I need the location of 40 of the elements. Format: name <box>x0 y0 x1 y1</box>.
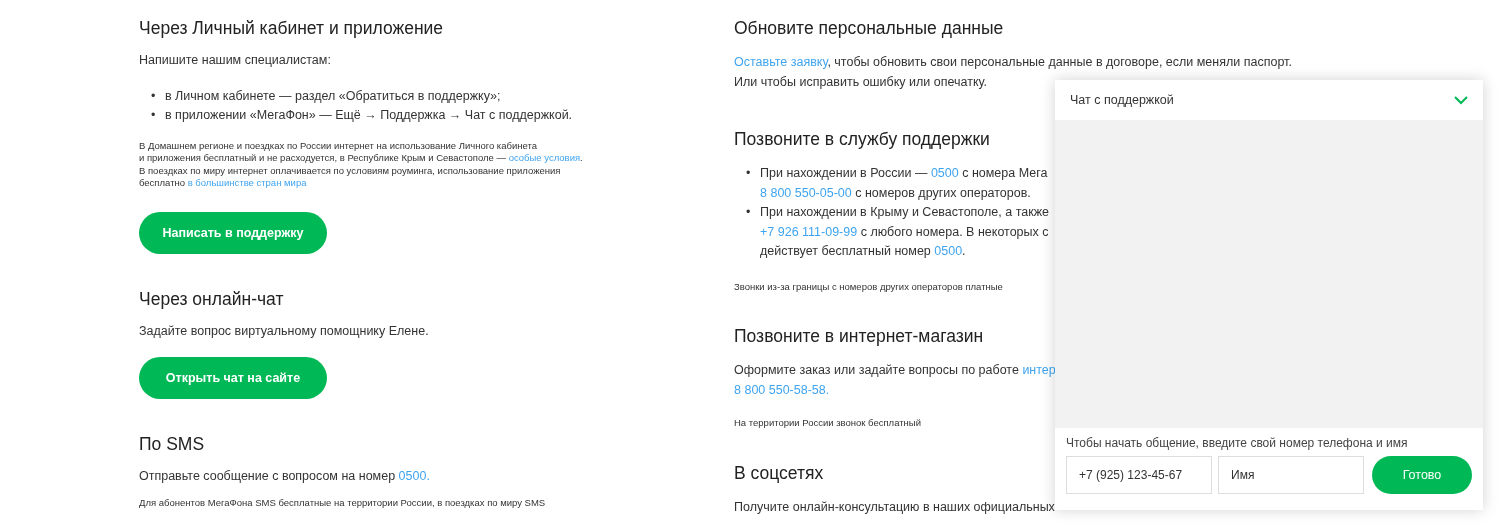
footnote-text: Для абонентов МегаФона SMS бесплатные на территории России, в поездках по миру SMS <box>139 496 546 509</box>
link[interactable]: в большинстве стран мира <box>187 177 307 188</box>
name-input-field[interactable]: Имя <box>1218 456 1364 494</box>
section-heading: Через Личный кабинет и приложение <box>139 17 444 39</box>
link[interactable]: 8 800 550-05-00 <box>760 185 852 200</box>
bullet-marker: • <box>151 107 157 124</box>
chat-title: Чат с поддержкой <box>1070 93 1174 107</box>
footnote-text: На территории России звонок бесплатный <box>734 416 921 430</box>
section-heading: Позвоните в службу поддержки <box>734 128 990 150</box>
chevron-down-icon[interactable] <box>1454 95 1468 105</box>
paragraph: Оформите заказ или задайте вопросы по работе интер 8 800 550-58-58. <box>734 362 1056 399</box>
list-item-text: При нахождении в России — 0500 с номера Мега 8 800 550-05-00 с номеров других операторов. <box>760 165 1048 202</box>
link[interactable]: интер <box>1022 363 1056 377</box>
bullet-marker: • <box>746 165 752 182</box>
paragraph: Получите онлайн-консультацию в наших официальных <box>734 498 1055 516</box>
action-button[interactable]: Открыть чат на сайте <box>139 357 327 399</box>
link[interactable]: 8 800 550-58-58. <box>734 382 830 397</box>
section-heading: По SMS <box>139 433 205 455</box>
section-heading: В соцсетях <box>734 461 824 484</box>
list-item-text: в Личном кабинете — раздел «Обратиться в поддержку»; <box>165 87 501 105</box>
footnote-text: Звонки из-за границы с номеров других операторов платные <box>734 279 1003 293</box>
paragraph: Задайте вопрос виртуальному помощнику Елене. <box>139 322 429 340</box>
section-heading: Через онлайн-чат <box>139 287 284 310</box>
footnote-text: В Домашнем регионе и поездках по России интернет на использование Личного кабинета и приложения бесплатный и не расходуется, в Республике Крым и Севастополе — особые условия. В поездках по миру интернет оплачивается по условиям роуминга, использование приложения бесплатно в большинстве стран мира <box>139 139 583 190</box>
list-item-text: При нахождении в Крыму и Севастополе, а также +7 926 111-09-99 с любого номера. В некоторых с действует бесплатный номер 0500. <box>760 204 1049 260</box>
bullet-marker: • <box>746 204 752 221</box>
paragraph: Оставьте заявку, чтобы обновить свои персональные данные в договоре, если меняли паспорт. Или чтобы исправить ошибку или опечатку. <box>734 54 1292 91</box>
link[interactable]: 0500. <box>398 469 430 483</box>
paragraph: Отправьте сообщение с вопросом на номер 0500. <box>139 468 430 485</box>
section-heading: Обновите персональные данные <box>734 17 1004 39</box>
submit-button[interactable]: Готово <box>1372 456 1472 494</box>
action-button[interactable]: Написать в поддержку <box>139 211 327 254</box>
link[interactable]: +7 926 111-09-99 <box>760 224 858 239</box>
paragraph: Напишите нашим специалистам: <box>139 52 331 69</box>
link[interactable]: 0500 <box>930 166 959 180</box>
chat-hint-text: Чтобы начать общение, введите свой номер телефона и имя <box>1066 436 1409 450</box>
phone-input-field[interactable]: +7 (925) 123-45-67 <box>1066 456 1212 494</box>
list-item-text: в приложении «МегаФон» — Ещё → Поддержка → Чат с поддержкой. <box>165 107 573 124</box>
bullet-marker: • <box>151 87 157 105</box>
section-heading: Позвоните в интернет-магазин <box>734 325 984 347</box>
